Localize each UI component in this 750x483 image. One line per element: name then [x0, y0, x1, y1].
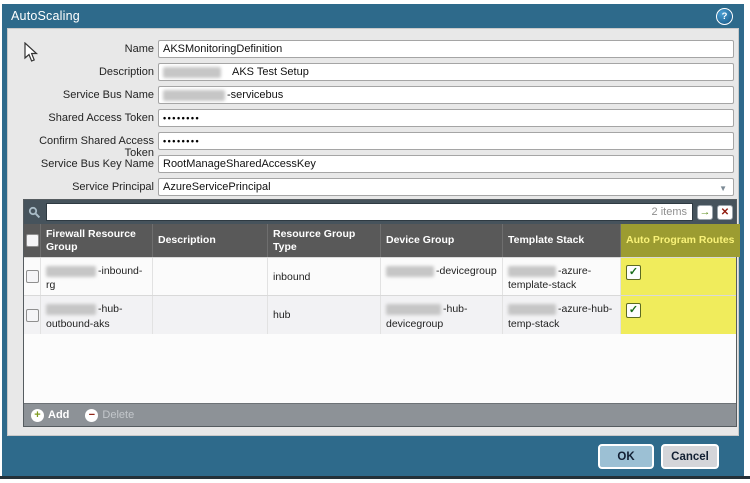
filter-input[interactable]: 2 items — [46, 203, 693, 221]
chevron-down-icon[interactable]: ▼ — [719, 184, 727, 193]
shared-access-token-input[interactable]: •••••••• — [158, 109, 734, 127]
delete-icon: − — [85, 409, 98, 422]
name-field-row: Name AKSMonitoringDefinition — [8, 40, 738, 58]
column-header-template-stack[interactable]: Template Stack — [502, 224, 620, 257]
description-label: Description — [8, 66, 154, 78]
column-header-firewall-resource-group[interactable]: Firewall Resource Group — [40, 224, 152, 257]
confirm-shared-access-token-input[interactable]: •••••••• — [158, 132, 734, 150]
redacted-text-block — [508, 304, 556, 315]
auto-program-routes-checkbox[interactable]: ✓ — [626, 265, 641, 280]
shared-access-token-value: •••••••• — [163, 113, 200, 123]
description-input[interactable]: AKS Test Setup — [158, 63, 734, 81]
redacted-text-block — [46, 304, 96, 315]
redacted-text-block — [163, 90, 225, 101]
delete-button[interactable]: − Delete — [85, 409, 134, 422]
confirm-shared-access-token-field-row: Confirm Shared Access Token •••••••• — [8, 132, 738, 150]
cell-device-group: -hub-devicegroup — [380, 296, 502, 333]
table-row[interactable]: -inbound-rg inbound -devicegroup -azure-… — [24, 257, 736, 295]
cell-firewall-resource-group: -inbound-rg — [40, 258, 152, 295]
dialog-titlebar: AutoScaling ? — [2, 4, 744, 28]
cell-description — [152, 258, 267, 295]
cell-template-stack: -azure-hub-temp-stack — [502, 296, 620, 333]
service-bus-name-label: Service Bus Name — [8, 89, 154, 101]
redacted-text-block — [46, 266, 96, 277]
firewall-resource-group-table: 2 items → ✕ Firewall Resource Group Desc… — [23, 199, 737, 427]
auto-program-routes-checkbox[interactable]: ✓ — [626, 303, 641, 318]
description-field-row: Description AKS Test Setup — [8, 63, 738, 81]
dialog-content: Name AKSMonitoringDefinition Description… — [7, 28, 739, 436]
service-principal-dropdown[interactable]: AzureServicePrincipal ▼ — [158, 178, 734, 196]
redacted-text-block — [386, 266, 434, 277]
delete-button-label: Delete — [102, 409, 134, 421]
column-header-device-group[interactable]: Device Group — [380, 224, 502, 257]
column-header-resource-group-type[interactable]: Resource Group Type — [267, 224, 380, 257]
redacted-text-block — [163, 67, 221, 78]
column-header-description[interactable]: Description — [152, 224, 267, 257]
clear-filter-button[interactable]: ✕ — [717, 205, 733, 220]
column-header-auto-program-routes[interactable]: Auto Program Routes — [620, 224, 740, 257]
autoscaling-screen: AutoScaling ? Name AKSMonitoringDefiniti… — [0, 0, 750, 483]
dialog-title: AutoScaling — [11, 9, 80, 23]
cell-description — [152, 296, 267, 333]
table-empty-area — [24, 334, 736, 403]
table-filter-bar: 2 items → ✕ — [24, 200, 736, 224]
service-principal-label: Service Principal — [8, 181, 154, 193]
description-value: AKS Test Setup — [232, 66, 309, 78]
cell-auto-program-routes: ✓ — [620, 258, 736, 295]
name-input[interactable]: AKSMonitoringDefinition — [158, 40, 734, 58]
service-bus-name-input[interactable]: -servicebus — [158, 86, 734, 104]
add-button[interactable]: + Add — [31, 409, 69, 422]
cell-resource-group-type: inbound — [267, 258, 380, 295]
name-value: AKSMonitoringDefinition — [163, 43, 282, 55]
ok-button[interactable]: OK — [598, 444, 654, 469]
table-header-row: Firewall Resource Group Description Reso… — [24, 224, 736, 257]
service-bus-name-field-row: Service Bus Name -servicebus — [8, 86, 738, 104]
cell-firewall-resource-group: -hub-outbound-aks — [40, 296, 152, 333]
search-icon — [28, 206, 41, 219]
row-checkbox[interactable] — [26, 309, 39, 322]
table-toolbar: + Add − Delete — [24, 403, 736, 426]
redacted-text-block — [386, 304, 441, 315]
shared-access-token-label: Shared Access Token — [8, 112, 154, 124]
apply-filter-button[interactable]: → — [697, 205, 713, 220]
row-checkbox[interactable] — [26, 270, 39, 283]
service-bus-key-name-value: RootManageSharedAccessKey — [163, 158, 316, 170]
table-row[interactable]: -hub-outbound-aks hub -hub-devicegroup -… — [24, 295, 736, 333]
select-all-checkbox[interactable] — [26, 234, 39, 247]
service-principal-field-row: Service Principal AzureServicePrincipal … — [8, 178, 738, 196]
cell-resource-group-type: hub — [267, 296, 380, 333]
service-bus-key-name-input[interactable]: RootManageSharedAccessKey — [158, 155, 734, 173]
cell-template-stack: -azure-template-stack — [502, 258, 620, 295]
service-bus-name-value: -servicebus — [227, 89, 283, 101]
name-label: Name — [8, 43, 154, 55]
items-count: 2 items — [652, 206, 687, 218]
add-icon: + — [31, 409, 44, 422]
cancel-button[interactable]: Cancel — [661, 444, 719, 469]
redacted-text-block — [508, 266, 556, 277]
help-icon[interactable]: ? — [716, 8, 733, 25]
autoscaling-dialog: AutoScaling ? Name AKSMonitoringDefiniti… — [2, 4, 744, 477]
cell-auto-program-routes: ✓ — [620, 296, 736, 333]
service-principal-value: AzureServicePrincipal — [163, 181, 271, 193]
cell-device-group: -devicegroup — [380, 258, 502, 295]
service-bus-key-name-field-row: Service Bus Key Name RootManageSharedAcc… — [8, 155, 738, 173]
service-bus-key-name-label: Service Bus Key Name — [8, 158, 154, 170]
shared-access-token-field-row: Shared Access Token •••••••• — [8, 109, 738, 127]
window-bottom-edge — [0, 476, 750, 479]
confirm-shared-access-token-value: •••••••• — [163, 136, 200, 146]
add-button-label: Add — [48, 409, 69, 421]
